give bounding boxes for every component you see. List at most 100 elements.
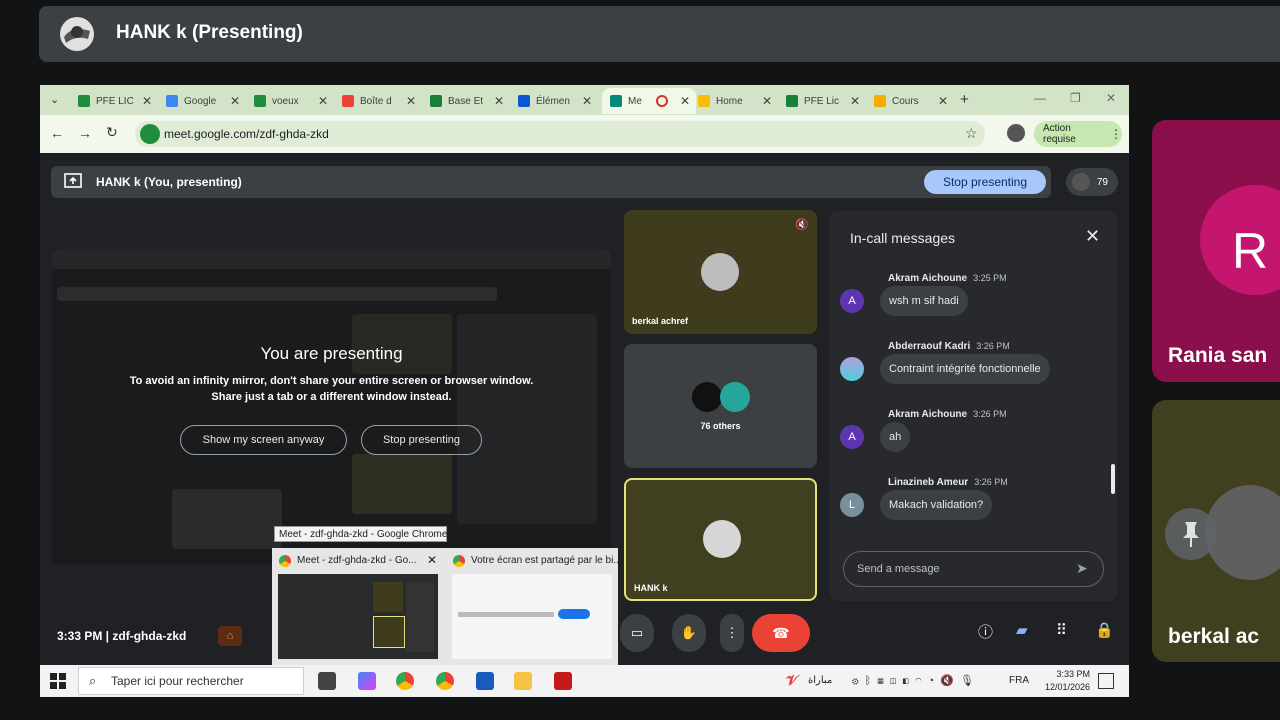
tab-label: PFE Lic [804, 95, 840, 107]
close-icon[interactable]: ✕ [1085, 226, 1100, 247]
tab-10[interactable]: Cours ✕ [868, 88, 954, 114]
host-lock-icon[interactable]: 🔒 [1095, 621, 1114, 639]
thumbnail-preview-sharing[interactable] [452, 574, 612, 659]
meeting-time-code: 3:33 PM | zdf-ghda-zkd [57, 629, 187, 643]
send-icon[interactable]: ➤ [1076, 560, 1088, 577]
send-message-input[interactable]: Send a message ➤ [843, 551, 1104, 587]
back-icon[interactable]: ← [50, 125, 64, 141]
gmail-icon [342, 95, 354, 107]
close-icon[interactable]: ✕ [318, 94, 328, 108]
window-close-button[interactable]: ✕ [1106, 91, 1116, 105]
copilot-icon[interactable] [358, 672, 376, 690]
restore-button[interactable]: ❐ [1070, 91, 1081, 105]
more-options-button[interactable]: ⋮ [720, 614, 744, 652]
self-share-preview: You are presenting To avoid an infinity … [52, 249, 611, 564]
close-icon[interactable]: ✕ [142, 94, 152, 108]
show-screen-anyway-button[interactable]: Show my screen anyway [180, 425, 347, 455]
tile-others[interactable]: 76 others [624, 344, 817, 468]
meeting-info-icon[interactable]: ⓘ [978, 621, 993, 642]
thumbnail-preview-meet[interactable] [278, 574, 438, 659]
tab-8[interactable]: Home ✕ [692, 88, 778, 114]
taskbar-thumbnail-popup: Meet - zdf-ghda-zkd - Go... ✕ Votre écra… [272, 548, 622, 665]
tab-2[interactable]: Google ✕ [160, 88, 246, 114]
close-icon[interactable]: ✕ [680, 94, 690, 108]
sheets-icon [78, 95, 90, 107]
hank-avatar [703, 520, 741, 558]
tab-strip: ⌄ PFE LIC ✕ Google ✕ voeux ✕ Boîte d ✕ Base … [40, 85, 1129, 115]
close-icon[interactable]: ✕ [938, 94, 948, 108]
stop-presenting-preview-button[interactable]: Stop presenting [361, 425, 482, 455]
mic-permission-icon[interactable] [140, 124, 160, 144]
presenter-avatar [60, 17, 94, 51]
meet-icon [610, 95, 622, 107]
reload-icon[interactable]: ↻ [106, 124, 118, 141]
presenting-label: HANK k (You, presenting) [96, 175, 242, 189]
you-are-presenting-title: You are presenting [260, 344, 403, 363]
tile-hank-k[interactable]: HANK k [624, 478, 817, 601]
thumbnail-title-2[interactable]: Votre écran est partagé par le bi... [471, 555, 622, 566]
new-tab-button[interactable]: + [960, 91, 969, 108]
acrobat-icon[interactable] [554, 672, 572, 690]
tab-label: Home [716, 95, 743, 107]
message-time: 3:26 PM [974, 477, 1008, 487]
url-field[interactable]: meet.google.com/zdf-ghda-zkd ☆ [135, 121, 985, 147]
sender-avatar: L [840, 493, 864, 517]
tab-list-chevron-icon[interactable]: ⌄ [50, 93, 59, 106]
windows-start-icon[interactable] [50, 673, 66, 689]
chat-title: In-call messages [850, 230, 956, 246]
notifications-icon[interactable] [1098, 673, 1114, 689]
others-avatar-2 [720, 382, 750, 412]
captions-button[interactable]: ▭ [620, 614, 654, 652]
thumbnail-title-1[interactable]: Meet - zdf-ghda-zkd - Go... [297, 555, 417, 566]
taskbar-search-input[interactable]: ⌕ Taper ici pour rechercher [78, 667, 304, 695]
profile-avatar[interactable] [1007, 124, 1025, 142]
task-view-icon[interactable] [318, 672, 336, 690]
close-icon[interactable]: ✕ [230, 94, 240, 108]
close-icon[interactable]: ✕ [494, 94, 504, 108]
drive-icon [698, 95, 710, 107]
raise-hand-button[interactable]: ✋ [672, 614, 706, 652]
host-controls-icon[interactable]: ⌂ [218, 626, 242, 646]
chat-icon[interactable]: ▰ [1016, 621, 1028, 639]
kebab-menu-icon: ⋮ [725, 625, 739, 640]
tab-4[interactable]: Boîte d ✕ [336, 88, 422, 114]
message-bubble: ah [880, 422, 911, 452]
leave-call-button[interactable]: ☎ [752, 614, 810, 652]
chrome-active-icon[interactable] [436, 672, 454, 690]
forward-icon[interactable]: → [78, 125, 92, 141]
stop-presenting-button[interactable]: Stop presenting [924, 170, 1046, 194]
participants-button[interactable]: 79 [1066, 168, 1118, 196]
close-icon[interactable]: ✕ [762, 94, 772, 108]
close-icon[interactable]: ✕ [427, 553, 437, 567]
chrome-icon[interactable] [396, 672, 414, 690]
tab-6[interactable]: Élémen ✕ [512, 88, 598, 114]
hang-up-icon: ☎ [772, 624, 790, 641]
chat-scrollbar[interactable] [1111, 464, 1115, 494]
input-language[interactable]: FRA [1009, 675, 1029, 686]
tab-3[interactable]: voeux ✕ [248, 88, 334, 114]
tile-berkal-achref[interactable]: 🔇 berkal achref [624, 210, 817, 334]
message-sender: Linazineb Ameur 3:26 PM [888, 477, 1008, 488]
system-tray-icons[interactable]: ⚙ᛒ▦◫◧◠◔🔇🎙 [852, 674, 980, 687]
file-explorer-icon[interactable] [514, 672, 532, 690]
tab-meet-active[interactable]: Me ✕ [602, 88, 696, 114]
tab-1[interactable]: PFE LIC ✕ [72, 88, 158, 114]
close-icon[interactable]: ✕ [406, 94, 416, 108]
minimize-button[interactable]: — [1034, 91, 1046, 105]
sheets-icon [786, 95, 798, 107]
clock-date: 12/01/2026 [1044, 682, 1090, 692]
weather-text: مباراة [808, 675, 833, 686]
bookmark-star-icon[interactable]: ☆ [965, 125, 978, 142]
tab-label: Me [628, 95, 642, 107]
message-time: 3:26 PM [976, 341, 1010, 351]
tab-9[interactable]: PFE Lic ✕ [780, 88, 866, 114]
word-icon[interactable] [476, 672, 494, 690]
tab-5[interactable]: Base Et ✕ [424, 88, 510, 114]
pin-button[interactable] [1165, 508, 1217, 560]
close-icon[interactable]: ✕ [582, 94, 592, 108]
action-required-button[interactable]: Action requise ⋮ [1034, 121, 1122, 147]
activities-icon[interactable]: ⠿ [1056, 621, 1067, 639]
close-icon[interactable]: ✕ [850, 94, 860, 108]
you-are-presenting-message: To avoid an infinity mirror, don't share… [52, 373, 611, 405]
taskbar-clock[interactable]: 3:33 PM 12/01/2026 [1038, 668, 1090, 694]
